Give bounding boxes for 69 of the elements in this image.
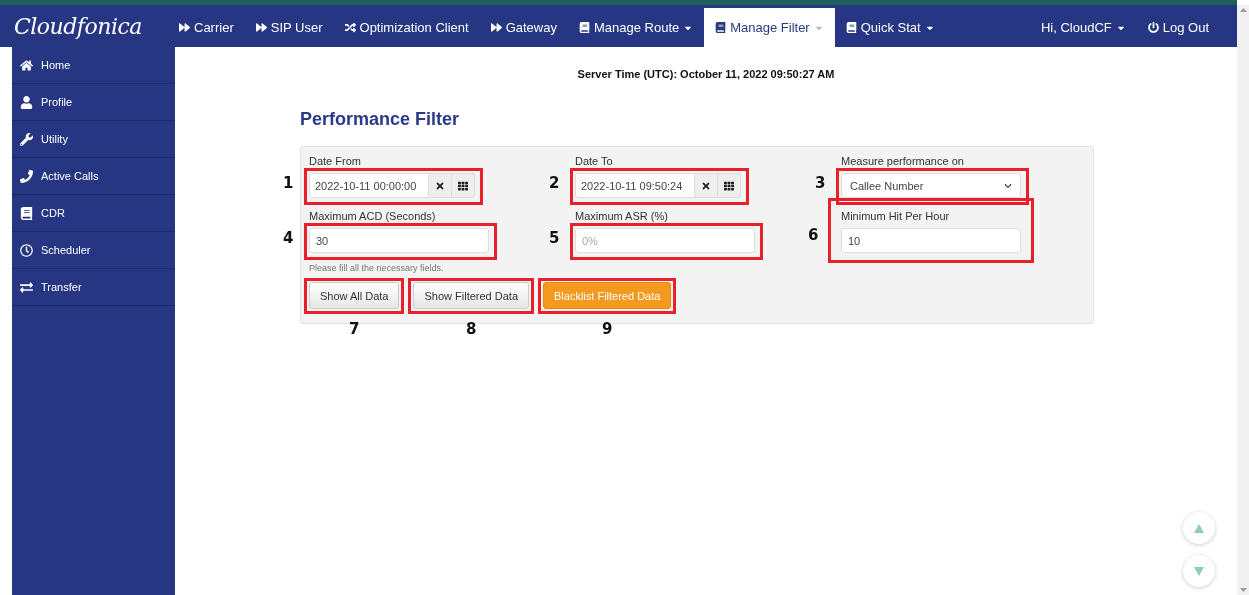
wrench-icon: [20, 132, 33, 146]
book-icon: [715, 22, 727, 33]
triangle-up-icon: [1194, 523, 1204, 533]
help-text: Please fill all the necessary fields.: [309, 263, 445, 273]
close-icon: [435, 180, 445, 191]
annotation-number: 1: [283, 174, 294, 192]
action-button[interactable]: Show All Data: [309, 282, 400, 309]
clock-icon: [20, 243, 33, 257]
clear-button[interactable]: [695, 173, 718, 198]
chevron-icon: [1004, 181, 1012, 190]
sidebar-item[interactable]: Home: [12, 47, 175, 84]
home-icon: [20, 58, 33, 72]
annotation-number: 5: [549, 229, 560, 247]
book-icon: [845, 22, 857, 33]
input-field[interactable]: 10: [841, 228, 1021, 253]
book-icon: [20, 206, 33, 220]
grid-icon: [724, 180, 734, 191]
sidebar-item[interactable]: Utility: [12, 121, 175, 158]
field-label: Minimum Hit Per Hour: [841, 210, 950, 222]
shuffle-icon: [344, 22, 356, 33]
user-icon: [20, 95, 33, 109]
server-time: Server Time (UTC): October 11, 2022 09:50:27 AM: [577, 68, 835, 80]
nav-item[interactable]: Carrier: [168, 8, 245, 47]
input-field[interactable]: 0%: [575, 228, 755, 253]
annotation-number: 6: [808, 226, 819, 244]
nav-item[interactable]: Optimization Client: [333, 8, 480, 47]
sidebar-item[interactable]: CDR: [12, 195, 175, 232]
clear-button[interactable]: [429, 173, 452, 198]
nav-item[interactable]: Manage Route: [567, 8, 705, 47]
nav-item[interactable]: SIP User: [244, 8, 334, 47]
annotation-number: 2: [549, 174, 560, 192]
field-label: Maximum ASR (%): [575, 210, 668, 222]
calendar-button[interactable]: [452, 173, 475, 198]
grid-icon: [458, 180, 468, 191]
field-label: Measure performance on: [841, 155, 964, 167]
annotation-number: 9: [601, 320, 614, 338]
triangle-down-icon: [1194, 566, 1204, 576]
nav-item[interactable]: Quick Stat: [834, 8, 946, 47]
exchange-icon: [20, 280, 33, 294]
field-label: Date From: [309, 155, 361, 167]
annotation-number: 4: [283, 229, 294, 247]
annotation-number: 7: [348, 320, 361, 338]
phone-icon: [20, 169, 33, 183]
calendar-button[interactable]: [718, 173, 741, 198]
logo: Cloudfonica: [13, 12, 143, 41]
page-title: Performance Filter: [300, 109, 461, 130]
sidebar-item[interactable]: Scheduler: [12, 232, 175, 269]
user-menu[interactable]: Hi, CloudCF: [1029, 8, 1137, 47]
sidebar-item[interactable]: Active Calls: [12, 158, 175, 195]
select-field[interactable]: Callee Number: [841, 173, 1021, 198]
logout-link[interactable]: Log Out: [1136, 8, 1237, 47]
date-field[interactable]: 2022-10-11 09:50:24: [575, 173, 695, 198]
annotation-number: 3: [815, 174, 826, 192]
sidebar-item[interactable]: Profile: [12, 84, 175, 121]
double-arrow-icon: [255, 22, 267, 33]
book-icon: [578, 22, 590, 33]
sidebar-item[interactable]: Transfer: [12, 269, 175, 306]
field-label: Date To: [575, 155, 613, 167]
field-label: Maximum ACD (Seconds): [309, 210, 436, 222]
close-icon: [701, 180, 711, 191]
nav-item[interactable]: Manage Filter: [704, 8, 835, 47]
power-icon: [1147, 22, 1159, 33]
action-button[interactable]: Show Filtered Data: [413, 282, 530, 309]
input-field[interactable]: 30: [309, 228, 489, 253]
date-field[interactable]: 2022-10-11 00:00:00: [309, 173, 429, 198]
double-arrow-icon: [490, 22, 502, 33]
double-arrow-icon: [179, 22, 190, 33]
nav-item[interactable]: Gateway: [479, 8, 568, 47]
annotation-number: 8: [465, 320, 478, 338]
